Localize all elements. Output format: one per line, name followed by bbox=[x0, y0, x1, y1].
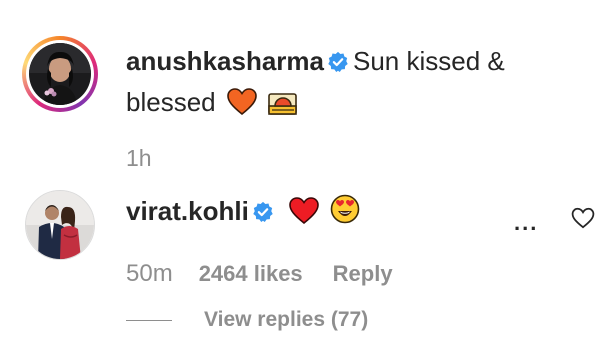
caption-text: Sun kissed & bbox=[352, 46, 505, 76]
heart-outline-icon bbox=[571, 207, 595, 233]
divider-line bbox=[126, 319, 172, 321]
reply-button[interactable]: Reply bbox=[333, 261, 393, 287]
commenter-username[interactable]: virat.kohli bbox=[126, 196, 249, 226]
avatar-photo bbox=[29, 43, 91, 105]
verified-badge-icon bbox=[252, 196, 274, 232]
caption-text-line2: blessed bbox=[126, 87, 216, 117]
view-replies-label: View replies (77) bbox=[204, 308, 369, 331]
comment-likes-count[interactable]: 2464 likes bbox=[199, 261, 303, 287]
verified-badge-icon bbox=[327, 45, 349, 83]
post-author-avatar[interactable] bbox=[22, 36, 98, 112]
comment-like-button[interactable] bbox=[571, 207, 595, 234]
post-author-username[interactable]: anushkasharma bbox=[126, 46, 324, 76]
orange-heart-icon bbox=[227, 87, 257, 125]
sunset-icon bbox=[268, 87, 298, 125]
comment-body: virat.kohli bbox=[126, 193, 360, 233]
view-replies-button[interactable]: View replies (77) bbox=[126, 308, 368, 332]
comment-meta: 50m 2464 likes Reply bbox=[126, 260, 393, 288]
commenter-avatar[interactable] bbox=[25, 190, 95, 260]
post-timestamp: 1h bbox=[126, 145, 152, 171]
comment-timestamp: 50m bbox=[126, 260, 173, 287]
heart-eyes-icon bbox=[330, 194, 360, 233]
comment-options-button[interactable]: ... bbox=[514, 210, 538, 236]
post-caption: anushkasharma Sun kissed & blessed bbox=[126, 42, 566, 125]
red-heart-icon bbox=[289, 197, 319, 233]
